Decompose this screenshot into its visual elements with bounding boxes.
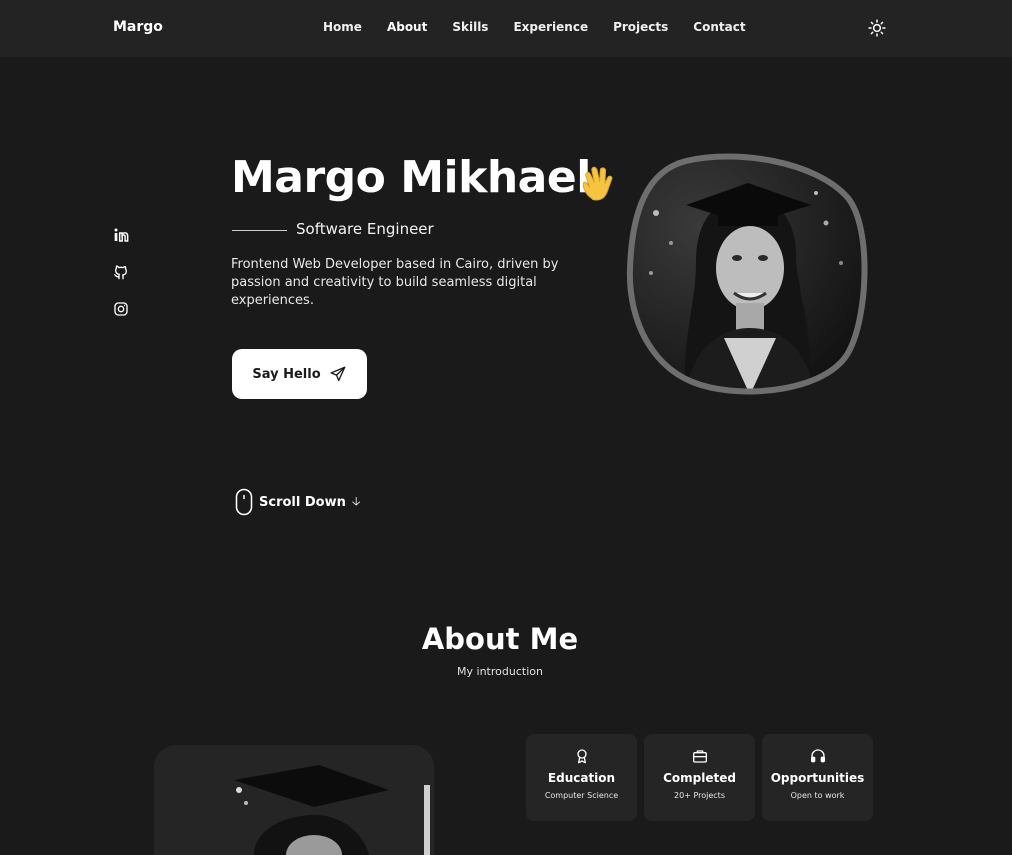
site-header: Margo Home About Skills Experience Proje… — [0, 0, 1012, 57]
linkedin-icon[interactable] — [113, 227, 129, 243]
scroll-down-link[interactable]: Scroll Down 🡣 — [235, 488, 360, 516]
nav-about[interactable]: About — [387, 20, 427, 34]
nav-home[interactable]: Home — [323, 20, 362, 34]
profile-photo — [626, 153, 868, 395]
nav-projects[interactable]: Projects — [613, 20, 668, 34]
nav-skills[interactable]: Skills — [452, 20, 488, 34]
about-subtitle: My introduction — [457, 665, 543, 678]
nav-contact[interactable]: Contact — [693, 20, 745, 34]
card-subtitle: 20+ Projects — [674, 791, 725, 800]
about-title: About Me — [421, 622, 579, 656]
award-icon — [576, 749, 587, 764]
sun-icon[interactable] — [868, 19, 886, 37]
card-title: Education — [547, 771, 616, 785]
info-card-education: Education Computer Science — [526, 734, 637, 821]
card-title: Completed — [663, 771, 736, 785]
arrow-down-icon: 🡣 — [351, 493, 361, 508]
instagram-icon[interactable] — [113, 301, 129, 317]
say-hello-button[interactable]: Say Hello — [232, 349, 367, 399]
waving-hand-icon — [582, 166, 613, 201]
info-card-completed: Completed 20+ Projects — [644, 734, 755, 821]
scroll-down-label: Scroll Down — [259, 494, 346, 510]
subtitle-divider — [232, 230, 287, 231]
about-photo — [154, 745, 434, 855]
card-subtitle: Computer Science — [544, 791, 619, 800]
info-card-opportunities: Opportunities Open to work — [762, 734, 873, 821]
brand-logo[interactable]: Margo — [113, 19, 163, 35]
mouse-icon — [235, 488, 253, 516]
nav-experience[interactable]: Experience — [513, 20, 588, 34]
main-nav: Home About Skills Experience Projects Co… — [323, 20, 771, 34]
about-info-cards: Education Computer Science Completed 20+… — [526, 734, 873, 821]
job-title: Software Engineer — [296, 220, 434, 238]
briefcase-icon — [692, 750, 707, 763]
card-title: Opportunities — [770, 771, 865, 785]
say-hello-label: Say Hello — [252, 366, 321, 382]
social-links — [113, 227, 131, 338]
headset-icon — [810, 749, 825, 763]
hero-description: Frontend Web Developer based in Cairo, d… — [231, 257, 559, 308]
card-subtitle: Open to work — [790, 791, 845, 800]
hero-name: Margo Mikhael — [231, 152, 591, 203]
github-icon[interactable] — [113, 264, 129, 280]
send-icon — [330, 366, 346, 382]
